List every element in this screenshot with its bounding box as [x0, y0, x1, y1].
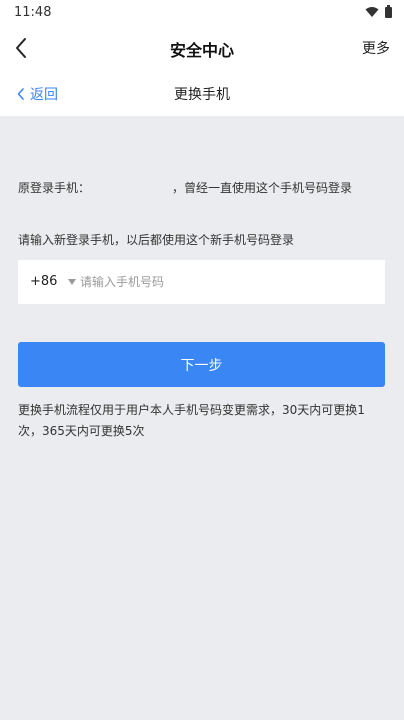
sub-title: 更换手机 — [174, 87, 230, 103]
new-phone-instruction: 请输入新登录手机，以后都使用这个新手机号码登录 — [18, 233, 295, 247]
status-bar: 11:48 — [0, 0, 404, 26]
current-phone-suffix: ，曾经一直使用这个手机号码登录 — [172, 181, 353, 195]
more-button[interactable]: 更多 — [362, 38, 390, 58]
status-icons — [365, 5, 392, 18]
app-bar: 安全中心 更多 — [0, 26, 404, 70]
sub-header: 返回 更换手机 — [0, 70, 404, 116]
battery-icon — [385, 5, 392, 18]
phone-number-input[interactable] — [80, 270, 370, 294]
status-time: 11:48 — [14, 5, 52, 20]
caret-down-icon[interactable] — [68, 279, 76, 285]
country-code-selector[interactable]: +86 — [30, 274, 57, 289]
current-phone-label: 原登录手机： — [18, 181, 91, 195]
next-step-button[interactable]: 下一步 — [18, 342, 385, 387]
wifi-icon — [365, 6, 379, 17]
notice-text: 更换手机流程仅用于用户本人手机号码变更需求，30天内可更换1次，365天内可更换… — [18, 403, 365, 438]
phone-input-row: +86 — [18, 260, 385, 304]
page-title: 安全中心 — [169, 41, 234, 60]
